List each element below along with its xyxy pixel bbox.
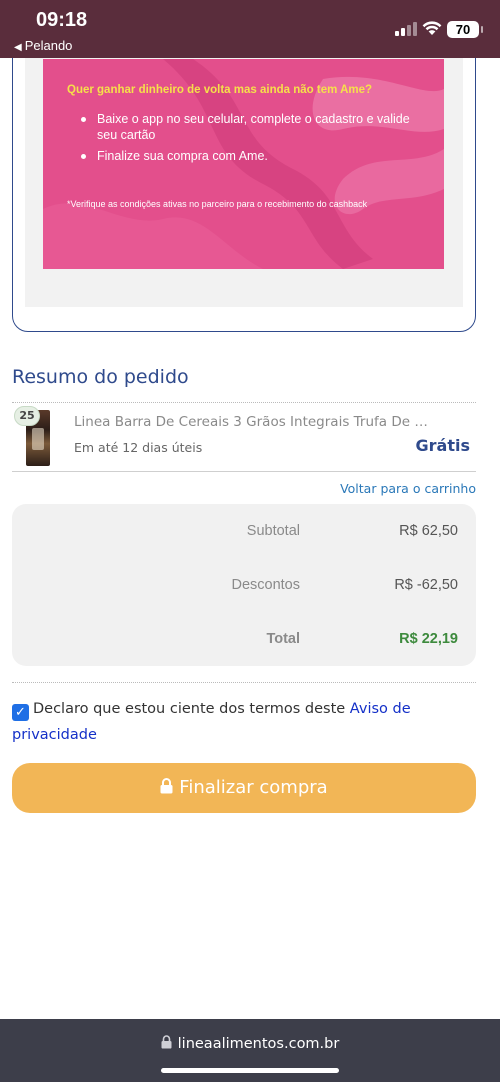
back-app-label: Pelando bbox=[24, 38, 73, 53]
address-bar[interactable]: lineaalimentos.com.br bbox=[0, 1035, 500, 1052]
product-name: Linea Barra De Cereais 3 Grãos Integrais… bbox=[74, 414, 434, 430]
discount-row: Descontos R$ -62,50 bbox=[12, 577, 476, 597]
finalize-purchase-button[interactable]: Finalizar compra bbox=[12, 763, 476, 813]
discount-value: R$ -62,50 bbox=[394, 577, 458, 593]
total-value: R$ 22,19 bbox=[399, 631, 458, 647]
back-arrow-icon: ◀ bbox=[14, 42, 22, 53]
ame-promo-step: Baixe o app no seu celular, complete o c… bbox=[81, 111, 411, 143]
shipping-price: Grátis bbox=[415, 436, 470, 455]
back-to-app-link[interactable]: ◀ Pelando bbox=[14, 38, 72, 53]
status-time: 09:18 bbox=[36, 9, 88, 31]
cellular-signal-icon bbox=[395, 22, 419, 36]
wifi-icon bbox=[422, 21, 442, 35]
lock-icon bbox=[160, 778, 173, 794]
quantity-badge: 25 bbox=[14, 406, 40, 426]
order-totals: Subtotal R$ 62,50 Descontos R$ -62,50 To… bbox=[12, 504, 476, 666]
home-indicator[interactable] bbox=[161, 1068, 339, 1073]
subtotal-row: Subtotal R$ 62,50 bbox=[12, 523, 476, 543]
ame-promo-card: Quer ganhar dinheiro de volta mas ainda … bbox=[12, 30, 476, 332]
status-bar: 09:18 ◀ Pelando 70 bbox=[0, 0, 500, 58]
battery-indicator: 70 bbox=[447, 21, 483, 38]
lock-icon bbox=[161, 1035, 172, 1049]
discount-label: Descontos bbox=[231, 577, 300, 593]
total-label: Total bbox=[266, 631, 300, 647]
privacy-consent-checkbox[interactable]: ✓ bbox=[12, 704, 29, 721]
ame-promo-container: Quer ganhar dinheiro de volta mas ainda … bbox=[25, 31, 463, 307]
order-summary-title: Resumo do pedido bbox=[12, 366, 189, 388]
subtotal-label: Subtotal bbox=[246, 523, 300, 539]
browser-bottom-bar: lineaalimentos.com.br bbox=[0, 1019, 500, 1082]
ame-promo-title: Quer ganhar dinheiro de volta mas ainda … bbox=[67, 84, 373, 96]
delivery-estimate: Em até 12 dias úteis bbox=[74, 440, 203, 455]
ame-promo-steps: Baixe o app no seu celular, complete o c… bbox=[81, 111, 411, 169]
url-text: lineaalimentos.com.br bbox=[177, 1036, 340, 1052]
total-row: Total R$ 22,19 bbox=[12, 631, 476, 651]
checkout-page: Quer ganhar dinheiro de volta mas ainda … bbox=[0, 0, 500, 1082]
subtotal-value: R$ 62,50 bbox=[399, 523, 458, 539]
order-item: 25 Linea Barra De Cereais 3 Grãos Integr… bbox=[12, 404, 476, 472]
ame-promo-banner: Quer ganhar dinheiro de volta mas ainda … bbox=[43, 59, 444, 269]
finalize-purchase-label: Finalizar compra bbox=[179, 777, 328, 798]
back-to-cart-link[interactable]: Voltar para o carrinho bbox=[340, 481, 476, 496]
divider bbox=[12, 402, 476, 403]
privacy-consent: ✓ Declaro que estou ciente dos termos des… bbox=[12, 696, 476, 748]
privacy-consent-text: Declaro que estou ciente dos termos dest… bbox=[33, 701, 350, 717]
divider bbox=[12, 682, 476, 683]
ame-promo-step: Finalize sua compra com Ame. bbox=[81, 148, 411, 164]
ame-promo-note: *Verifique as condições ativas no parcei… bbox=[67, 199, 368, 209]
